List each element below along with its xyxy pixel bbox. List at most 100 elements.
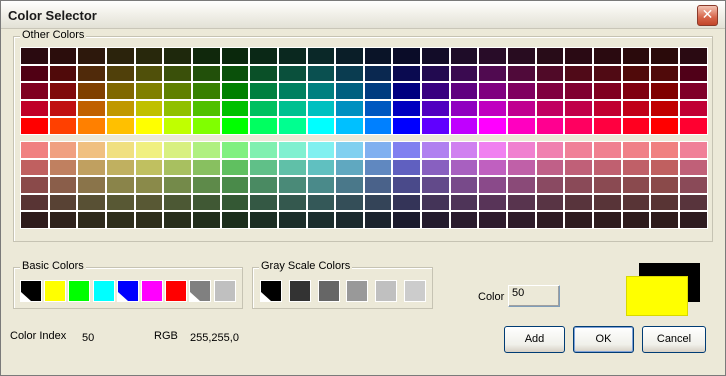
color-swatch[interactable] bbox=[49, 65, 77, 82]
color-swatch[interactable] bbox=[650, 159, 679, 176]
color-swatch[interactable] bbox=[49, 100, 77, 117]
basic-color-swatch[interactable] bbox=[189, 280, 211, 302]
color-swatch[interactable] bbox=[421, 100, 450, 117]
basic-color-swatch[interactable] bbox=[141, 280, 163, 302]
color-swatch[interactable] bbox=[335, 65, 364, 82]
color-swatch[interactable] bbox=[163, 211, 192, 229]
color-swatch[interactable] bbox=[650, 176, 679, 194]
color-swatch[interactable] bbox=[622, 194, 650, 211]
basic-color-swatch[interactable] bbox=[165, 280, 187, 302]
color-swatch[interactable] bbox=[163, 159, 192, 176]
color-swatch[interactable] bbox=[249, 65, 278, 82]
color-swatch[interactable] bbox=[192, 159, 221, 176]
color-swatch[interactable] bbox=[622, 141, 650, 159]
color-swatch[interactable] bbox=[77, 65, 106, 82]
color-swatch[interactable] bbox=[49, 194, 77, 211]
color-swatch[interactable] bbox=[450, 159, 478, 176]
color-swatch[interactable] bbox=[679, 82, 708, 100]
color-swatch[interactable] bbox=[77, 176, 106, 194]
color-swatch[interactable] bbox=[20, 211, 49, 229]
color-swatch[interactable] bbox=[364, 117, 392, 135]
color-swatch[interactable] bbox=[650, 47, 679, 65]
color-swatch[interactable] bbox=[221, 65, 249, 82]
color-swatch[interactable] bbox=[77, 141, 106, 159]
color-swatch[interactable] bbox=[77, 82, 106, 100]
color-swatch[interactable] bbox=[421, 141, 450, 159]
color-swatch[interactable] bbox=[392, 100, 421, 117]
color-swatch[interactable] bbox=[564, 159, 593, 176]
basic-color-swatch[interactable] bbox=[93, 280, 115, 302]
color-swatch[interactable] bbox=[536, 194, 564, 211]
color-swatch[interactable] bbox=[106, 100, 135, 117]
basic-color-swatch[interactable] bbox=[68, 280, 90, 302]
color-swatch[interactable] bbox=[163, 65, 192, 82]
color-swatch[interactable] bbox=[307, 176, 335, 194]
color-swatch[interactable] bbox=[507, 100, 536, 117]
color-swatch[interactable] bbox=[278, 194, 307, 211]
color-swatch[interactable] bbox=[77, 117, 106, 135]
color-swatch[interactable] bbox=[335, 117, 364, 135]
color-swatch[interactable] bbox=[364, 159, 392, 176]
color-swatch[interactable] bbox=[421, 65, 450, 82]
color-swatch[interactable] bbox=[679, 211, 708, 229]
color-swatch[interactable] bbox=[364, 211, 392, 229]
color-swatch[interactable] bbox=[593, 141, 622, 159]
color-swatch[interactable] bbox=[77, 47, 106, 65]
color-swatch[interactable] bbox=[20, 176, 49, 194]
color-swatch[interactable] bbox=[192, 176, 221, 194]
color-swatch[interactable] bbox=[335, 194, 364, 211]
color-swatch[interactable] bbox=[135, 82, 163, 100]
color-swatch[interactable] bbox=[20, 117, 49, 135]
color-swatch[interactable] bbox=[650, 117, 679, 135]
color-swatch[interactable] bbox=[450, 117, 478, 135]
color-swatch[interactable] bbox=[49, 47, 77, 65]
color-swatch[interactable] bbox=[364, 176, 392, 194]
color-swatch[interactable] bbox=[221, 194, 249, 211]
color-swatch[interactable] bbox=[335, 47, 364, 65]
color-swatch[interactable] bbox=[450, 47, 478, 65]
color-swatch[interactable] bbox=[135, 47, 163, 65]
color-swatch[interactable] bbox=[536, 159, 564, 176]
color-swatch[interactable] bbox=[536, 47, 564, 65]
color-swatch[interactable] bbox=[421, 117, 450, 135]
color-swatch[interactable] bbox=[20, 100, 49, 117]
color-swatch[interactable] bbox=[622, 117, 650, 135]
color-swatch[interactable] bbox=[49, 141, 77, 159]
color-swatch[interactable] bbox=[135, 65, 163, 82]
color-swatch[interactable] bbox=[593, 117, 622, 135]
color-swatch[interactable] bbox=[679, 100, 708, 117]
color-swatch[interactable] bbox=[221, 117, 249, 135]
gray-scale-swatch[interactable] bbox=[260, 280, 282, 302]
color-swatch[interactable] bbox=[278, 100, 307, 117]
color-swatch[interactable] bbox=[20, 82, 49, 100]
cancel-button[interactable]: Cancel bbox=[642, 326, 706, 353]
color-swatch[interactable] bbox=[192, 100, 221, 117]
color-swatch[interactable] bbox=[564, 176, 593, 194]
color-swatch[interactable] bbox=[507, 141, 536, 159]
color-swatch[interactable] bbox=[278, 176, 307, 194]
color-swatch[interactable] bbox=[622, 82, 650, 100]
color-swatch[interactable] bbox=[679, 159, 708, 176]
color-swatch[interactable] bbox=[450, 141, 478, 159]
color-swatch[interactable] bbox=[335, 159, 364, 176]
color-swatch[interactable] bbox=[564, 47, 593, 65]
color-swatch[interactable] bbox=[20, 141, 49, 159]
color-swatch[interactable] bbox=[507, 194, 536, 211]
color-swatch[interactable] bbox=[593, 211, 622, 229]
color-swatch[interactable] bbox=[364, 47, 392, 65]
color-swatch[interactable] bbox=[478, 141, 507, 159]
color-swatch[interactable] bbox=[507, 117, 536, 135]
color-swatch[interactable] bbox=[135, 117, 163, 135]
color-swatch[interactable] bbox=[507, 65, 536, 82]
color-swatch[interactable] bbox=[564, 141, 593, 159]
color-swatch[interactable] bbox=[221, 211, 249, 229]
color-swatch[interactable] bbox=[622, 65, 650, 82]
color-swatch[interactable] bbox=[364, 65, 392, 82]
color-swatch[interactable] bbox=[20, 194, 49, 211]
color-swatch[interactable] bbox=[77, 159, 106, 176]
color-swatch[interactable] bbox=[49, 211, 77, 229]
color-swatch[interactable] bbox=[650, 194, 679, 211]
color-swatch[interactable] bbox=[507, 47, 536, 65]
color-swatch[interactable] bbox=[307, 211, 335, 229]
color-swatch[interactable] bbox=[278, 117, 307, 135]
